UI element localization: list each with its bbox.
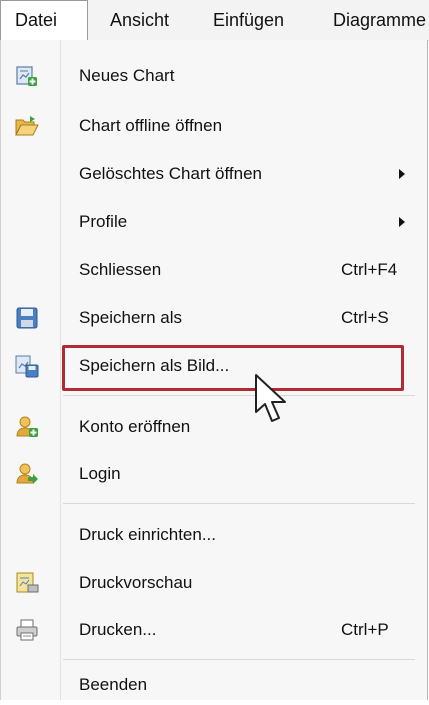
save-image-icon [15, 355, 39, 378]
shortcut-label: Ctrl+P [341, 620, 389, 639]
menu-item-page-setup[interactable]: Druck einrichten... [1, 515, 427, 555]
save-icon [16, 307, 38, 329]
submenu-arrow-icon [399, 169, 405, 179]
menu-item-label: Druckvorschau [79, 573, 193, 592]
printer-icon [16, 619, 38, 641]
shortcut-label: Ctrl+S [341, 308, 389, 327]
menu-item-login[interactable]: Login [1, 454, 427, 494]
print-preview-icon [16, 572, 39, 593]
menu-ansicht[interactable]: Ansicht [110, 0, 169, 40]
menu-item-print-preview[interactable]: Druckvorschau [1, 563, 427, 603]
menu-separator [63, 503, 415, 504]
menu-item-label: Beenden [79, 675, 148, 694]
menu-item-exit[interactable]: Beenden [1, 665, 427, 705]
user-login-icon [16, 463, 38, 484]
menu-item-save-as[interactable]: Speichern als Ctrl+S [1, 298, 427, 338]
menu-item-label: Druck einrichten... [79, 525, 216, 544]
folder-open-icon [15, 116, 39, 136]
menu-einfuegen[interactable]: Einfügen [213, 0, 284, 40]
menu-item-label: Profile [79, 212, 128, 231]
menu-item-label: Gelöschtes Chart öffnen [79, 164, 263, 183]
menu-item-open-account[interactable]: Konto eröffnen [1, 407, 427, 447]
shortcut-label: Ctrl+F4 [341, 260, 398, 279]
menu-item-print[interactable]: Drucken... Ctrl+P [1, 610, 427, 650]
mouse-cursor-icon [255, 374, 286, 422]
menu-bar: Datei Ansicht Einfügen Diagramme [0, 0, 429, 41]
menu-item-label: Speichern als [79, 308, 183, 327]
menu-item-label: Neues Chart [79, 66, 175, 85]
menu-item-new-chart[interactable]: Neues Chart [1, 56, 427, 96]
menu-separator [63, 395, 415, 396]
menu-item-open-offline[interactable]: Chart offline öffnen [1, 106, 427, 146]
new-chart-icon [16, 66, 37, 86]
menu-datei[interactable]: Datei [0, 0, 88, 41]
menu-separator [63, 659, 415, 660]
menu-item-label: Konto eröffnen [79, 417, 191, 436]
menu-item-label: Schliessen [79, 260, 162, 279]
menu-item-close[interactable]: Schliessen Ctrl+F4 [1, 250, 427, 290]
highlight-frame [62, 345, 404, 391]
submenu-arrow-icon [399, 217, 405, 227]
menu-item-label: Chart offline öffnen [79, 116, 223, 135]
menu-item-label: Login [79, 464, 121, 483]
menu-item-open-deleted[interactable]: Gelöschtes Chart öffnen [1, 154, 427, 194]
menu-item-label: Drucken... [79, 620, 157, 639]
menu-diagramme[interactable]: Diagramme [333, 0, 426, 40]
menu-item-profiles[interactable]: Profile [1, 202, 427, 242]
user-add-icon [16, 416, 38, 437]
